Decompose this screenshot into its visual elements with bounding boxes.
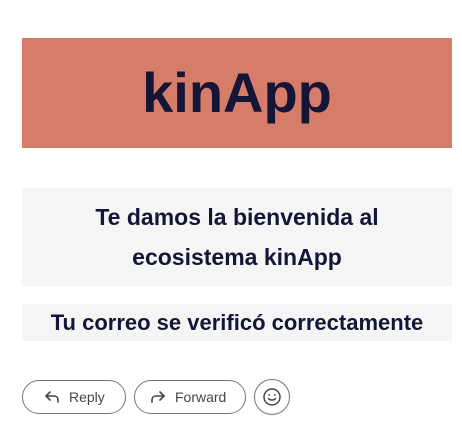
reply-label: Reply — [69, 389, 105, 405]
verification-message: Tu correo se verificó correctamente — [50, 309, 424, 335]
welcome-message-box: Te damos la bienvenida al ecosistema kin… — [22, 188, 452, 286]
banner-title: kinApp — [142, 61, 332, 124]
welcome-message: Te damos la bienvenida al ecosistema kin… — [95, 204, 379, 270]
forward-label: Forward — [175, 389, 227, 405]
verification-message-box: Tu correo se verificó correctamente — [22, 304, 452, 341]
kinapp-banner: kinApp — [22, 38, 452, 148]
reply-button[interactable]: Reply — [22, 380, 126, 414]
add-reaction-button[interactable] — [254, 379, 290, 415]
forward-icon — [149, 388, 167, 406]
forward-button[interactable]: Forward — [134, 380, 246, 414]
reply-icon — [43, 388, 61, 406]
email-actions: Reply Forward — [22, 379, 290, 415]
emoji-smile-icon — [262, 387, 282, 407]
